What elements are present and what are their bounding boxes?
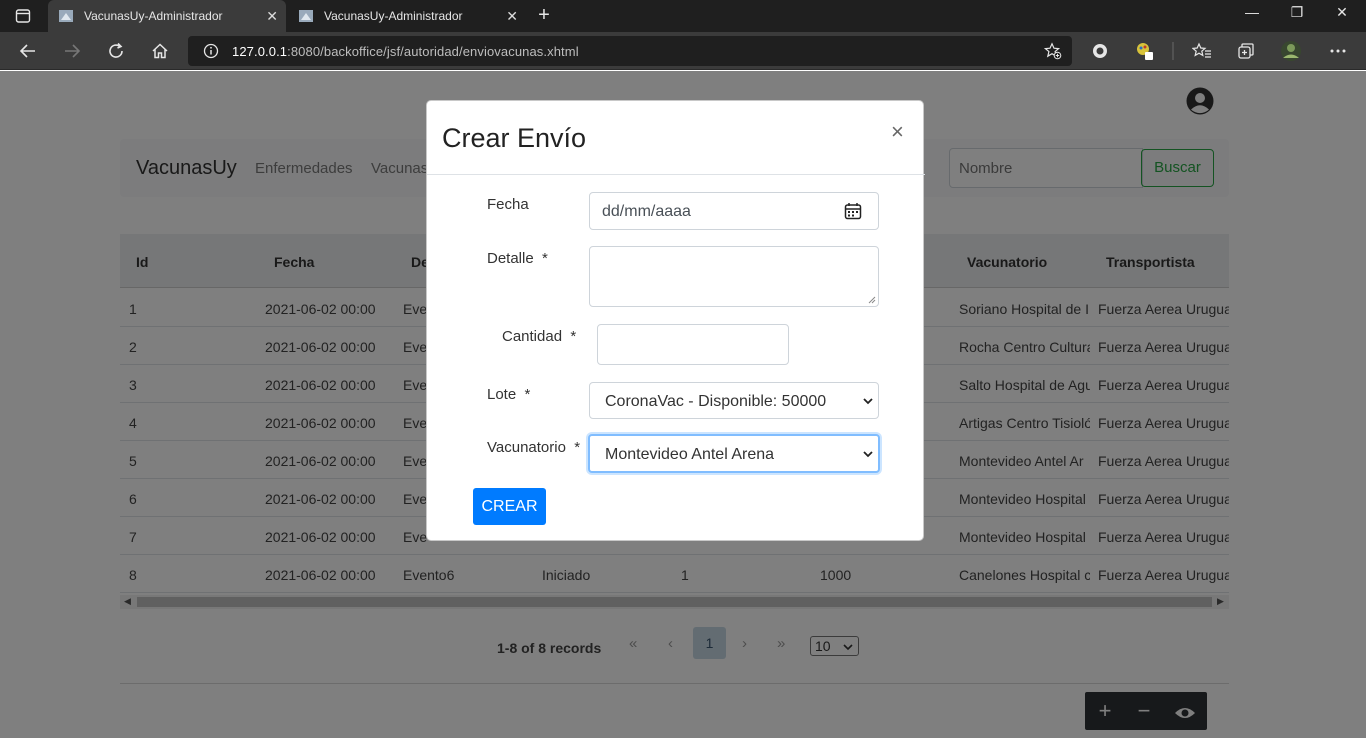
collections-icon[interactable] (1235, 41, 1257, 61)
reload-icon[interactable] (105, 41, 127, 61)
fecha-label: Fecha (487, 196, 529, 213)
lote-value: CoronaVac - Disponible: 50000 (605, 393, 827, 410)
browser-tab-active[interactable]: VacunasUy-Administrador ✕ (48, 0, 286, 32)
site-favicon-icon (58, 8, 74, 24)
detalle-textarea[interactable] (589, 246, 879, 307)
home-icon[interactable] (149, 41, 171, 61)
modal-title: Crear Envío (442, 123, 587, 153)
site-favicon-icon (298, 8, 314, 24)
close-icon[interactable]: × (891, 119, 904, 145)
modal-divider (427, 174, 925, 175)
fecha-placeholder: dd/mm/aaaa (602, 203, 691, 220)
vacunatorio-label: Vacunatorio * (487, 439, 581, 456)
chevron-down-icon (863, 451, 873, 458)
tab-close-icon[interactable]: ✕ (506, 8, 518, 25)
minimize-icon[interactable]: — (1240, 4, 1264, 20)
cantidad-input[interactable] (597, 324, 789, 365)
crear-button[interactable]: CREAR (473, 488, 546, 525)
url-text: 127.0.0.1:8080/backoffice/jsf/autoridad/… (232, 44, 579, 59)
calendar-icon[interactable] (844, 202, 862, 220)
fecha-field[interactable]: dd/mm/aaaa (589, 192, 879, 230)
url-field[interactable]: 127.0.0.1:8080/backoffice/jsf/autoridad/… (188, 36, 1072, 66)
vacunatorio-select[interactable]: Montevideo Antel Arena (588, 434, 880, 473)
new-tab-icon[interactable]: + (532, 4, 556, 27)
maximize-icon[interactable]: ❐ (1285, 4, 1309, 21)
toolbar-separator (1162, 41, 1184, 61)
url-path: :8080/backoffice/jsf/autoridad/enviovacu… (287, 44, 579, 59)
crear-envio-dialog: Crear Envío × Fecha dd/mm/aaaa Detalle *… (426, 100, 925, 541)
add-favorite-icon[interactable] (1042, 41, 1064, 61)
chevron-down-icon (863, 398, 873, 405)
site-info-icon[interactable] (200, 41, 222, 61)
vacunatorio-value: Montevideo Antel Arena (605, 446, 775, 463)
url-host: 127.0.0.1 (232, 44, 288, 59)
more-options-icon[interactable] (1327, 41, 1349, 61)
extension-paint-icon[interactable] (1134, 41, 1156, 61)
favorites-icon[interactable] (1191, 41, 1213, 61)
extension-icon[interactable] (1089, 41, 1111, 61)
forward-icon[interactable] (61, 41, 83, 61)
tab-actions-icon[interactable] (12, 6, 34, 26)
browser-tab-bar: VacunasUy-Administrador ✕ VacunasUy-Admi… (0, 0, 1366, 32)
browser-tab[interactable]: VacunasUy-Administrador ✕ (288, 0, 526, 32)
lote-label: Lote * (487, 386, 531, 403)
resize-handle-icon[interactable] (868, 296, 876, 304)
back-icon[interactable] (17, 41, 39, 61)
tab-close-icon[interactable]: ✕ (266, 8, 278, 25)
lote-select[interactable]: CoronaVac - Disponible: 50000 (589, 382, 879, 419)
tab-title: VacunasUy-Administrador (324, 9, 463, 23)
profile-avatar-icon[interactable] (1280, 41, 1302, 61)
address-bar: 127.0.0.1:8080/backoffice/jsf/autoridad/… (0, 32, 1366, 70)
detalle-label: Detalle * (487, 250, 548, 267)
window-close-icon[interactable]: ✕ (1330, 4, 1354, 21)
cantidad-label: Cantidad * (502, 328, 577, 345)
tab-title: VacunasUy-Administrador (84, 9, 223, 23)
